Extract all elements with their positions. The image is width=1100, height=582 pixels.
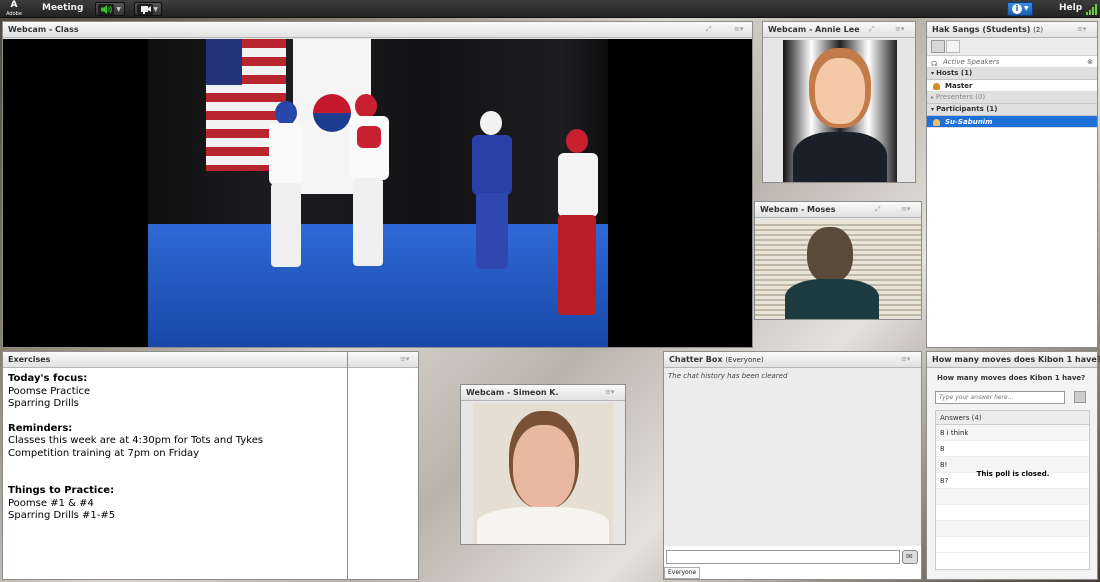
info-button[interactable]: i ▼ (1007, 2, 1033, 16)
pod-title: Webcam - Annie Lee (768, 25, 860, 34)
class-video-frame (148, 39, 608, 347)
webcam-simeon-pod: Webcam - Simeon K. ≡▾ (460, 384, 626, 545)
help-menu[interactable]: Help (1059, 3, 1082, 13)
pod-title: Webcam - Simeon K. (466, 388, 559, 397)
active-speakers-bar: ☊ Active Speakers ⊗ (927, 56, 1097, 68)
pod-menu-icon[interactable]: ≡▾ (605, 388, 614, 396)
pod-header: ≡▾ (348, 352, 418, 368)
pod-header: Exercises (3, 352, 347, 368)
pod-menu-icon[interactable]: ≡▾ (901, 205, 910, 213)
webcam-moses-pod: Webcam - Moses ⤢ ≡▾ (754, 201, 922, 320)
annie-video (783, 40, 897, 182)
grid-view-icon[interactable] (946, 40, 960, 53)
camera-button[interactable]: ▼ (134, 2, 162, 16)
answer-row: 8 (936, 441, 1089, 457)
attendee-row-participant[interactable]: Su-Sabunim (927, 116, 1097, 128)
pod-menu-icon[interactable]: ≡▾ (1077, 25, 1086, 33)
host-icon (933, 83, 940, 90)
chat-send-icon: ✉ (906, 552, 913, 561)
presenters-section[interactable]: ▸ Presenters (0) (927, 92, 1097, 104)
student-figure (466, 111, 518, 271)
simeon-video (473, 403, 613, 544)
pod-menu-icon[interactable]: ≡▾ (895, 25, 904, 33)
pod-title: Hak Sangs (Students) (2) (932, 25, 1044, 34)
poll-closed-message: This poll is closed. (976, 470, 1050, 478)
pod-header: Webcam - Annie Lee ⤢ ≡▾ (763, 22, 915, 38)
poll-answer-input[interactable] (935, 391, 1065, 404)
speaker-button[interactable]: ▼ (95, 2, 125, 16)
pod-title: Exercises (8, 355, 51, 364)
signal-icon (1086, 4, 1098, 15)
chat-recipient-tab[interactable]: Everyone (664, 567, 700, 579)
class-video (3, 39, 752, 347)
chat-pod: Chatter Box (Everyone) ≡▾ The chat histo… (663, 351, 922, 580)
student-figure (263, 101, 313, 271)
pod-title: Webcam - Class (8, 25, 79, 34)
chevron-down-icon: ▼ (116, 6, 121, 13)
exercises-pod: Exercises Today's focus: Poomse Practice… (2, 351, 348, 580)
pod-title: Webcam - Moses (760, 205, 836, 214)
participants-section[interactable]: ▾ Participants (1) (927, 104, 1097, 116)
camera-icon (137, 4, 153, 15)
pod-header: Webcam - Class ⤢ ≡▾ (3, 22, 752, 38)
poll-pod: How many moves does Kibon 1 have? How ma… (926, 351, 1100, 580)
pod-header: Webcam - Simeon K. ≡▾ (461, 385, 625, 401)
fullscreen-icon[interactable]: ⤢ (869, 25, 875, 34)
submit-icon[interactable] (1074, 391, 1086, 403)
attendees-pod: Hak Sangs (Students) (2) ≡▾ ☊ Active Spe… (926, 21, 1098, 348)
speaker-icon (98, 4, 114, 15)
pod-menu-icon[interactable]: ≡▾ (734, 25, 743, 33)
pod-title: How many moves does Kibon 1 have? (932, 355, 1100, 364)
chat-send-button[interactable]: ✉ (902, 550, 918, 564)
answer-row: 8 i think (936, 425, 1089, 441)
chevron-down-icon: ▼ (153, 6, 158, 13)
meeting-menu[interactable]: Meeting (42, 3, 83, 13)
adobe-logo: A Adobe (6, 0, 22, 18)
pod-menu-icon[interactable]: ≡▾ (400, 355, 409, 363)
student-figure (546, 129, 606, 329)
pod-header: How many moves does Kibon 1 have? (927, 352, 1100, 368)
webcam-annie-pod: Webcam - Annie Lee ⤢ ≡▾ (762, 21, 916, 183)
participant-icon (933, 119, 940, 126)
attendee-toolbar (927, 38, 1097, 56)
moses-video (755, 221, 921, 319)
attendee-row-host[interactable]: Master (927, 80, 1097, 92)
chat-input[interactable] (666, 550, 900, 564)
webcam-class-pod: Webcam - Class ⤢ ≡▾ (2, 21, 753, 348)
exercises-notes: Today's focus: Poomse Practice Sparring … (8, 373, 264, 521)
top-menu-bar: A Adobe Meeting ▼ ▼ i ▼ Help (0, 0, 1100, 18)
student-figure (343, 94, 398, 269)
list-view-icon[interactable] (931, 40, 945, 53)
poll-question: How many moves does Kibon 1 have? (937, 374, 1086, 382)
chat-history: The chat history has been cleared (664, 368, 921, 546)
fullscreen-icon[interactable]: ⤢ (875, 205, 881, 214)
close-icon[interactable]: ⊗ (1087, 56, 1093, 68)
info-icon: i (1012, 4, 1022, 14)
hosts-section[interactable]: ▾ Hosts (1) (927, 68, 1097, 80)
pod-header: Webcam - Moses ⤢ ≡▾ (755, 202, 921, 218)
pod-header: Chatter Box (Everyone) ≡▾ (664, 352, 921, 368)
pod-header: Hak Sangs (Students) (2) ≡▾ (927, 22, 1097, 38)
chevron-down-icon: ▼ (1024, 5, 1029, 12)
blank-pod: ≡▾ (347, 351, 419, 580)
fullscreen-icon[interactable]: ⤢ (706, 25, 712, 34)
pod-title: Chatter Box (Everyone) (669, 355, 764, 364)
poll-answers-list: Answers (4) 8 i think 8 8! 8? (935, 410, 1090, 570)
pod-menu-icon[interactable]: ≡▾ (901, 355, 910, 363)
answers-header: Answers (4) (936, 411, 1089, 425)
